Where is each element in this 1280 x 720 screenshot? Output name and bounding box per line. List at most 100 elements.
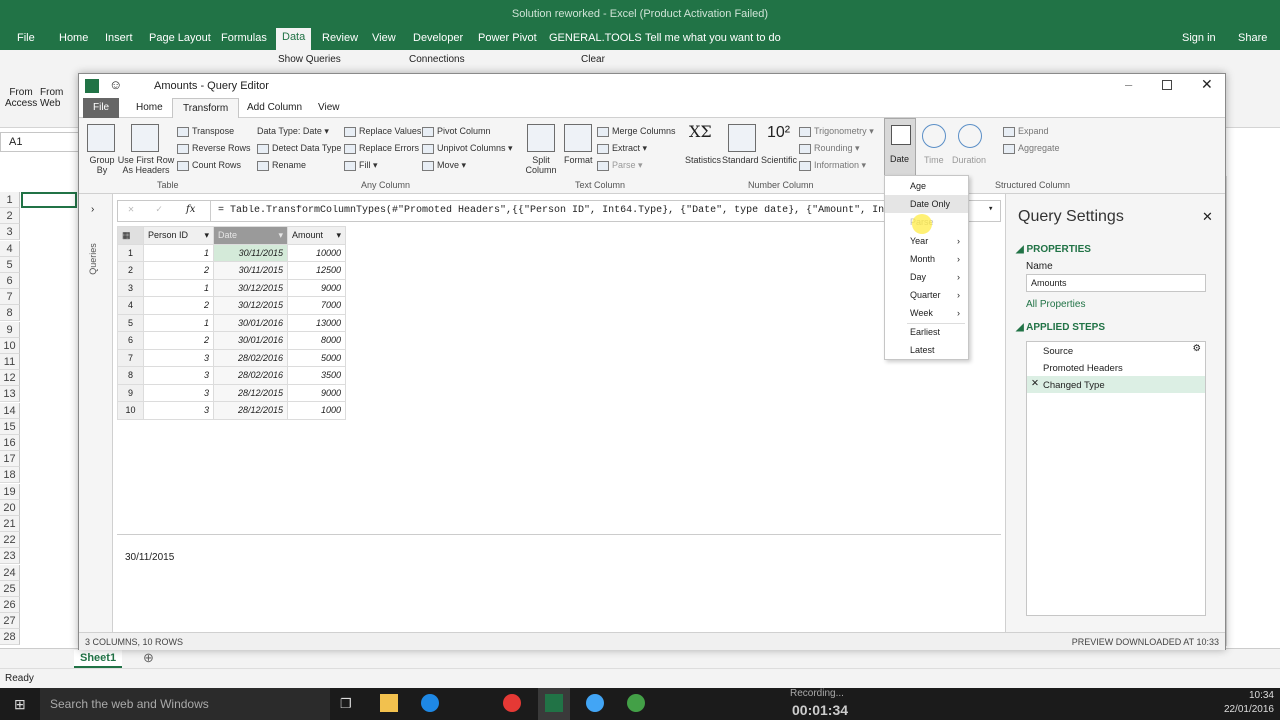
from-access-button[interactable]: From Access [5, 87, 37, 109]
step-settings-gear-icon[interactable]: ⚙ [1192, 343, 1201, 354]
row-header[interactable]: 17 [0, 451, 20, 468]
excel-tab-home[interactable]: Home [59, 32, 88, 44]
row-header[interactable]: 25 [0, 580, 20, 597]
queries-pane-collapsed[interactable]: › Queries [79, 194, 113, 642]
excel-tab-insert[interactable]: Insert [105, 32, 133, 44]
row-number[interactable]: 4 [117, 296, 144, 315]
tell-me-box[interactable]: Tell me what you want to do [645, 32, 781, 44]
pivot-column-button[interactable]: Pivot Column [422, 126, 491, 137]
excel-tab-data[interactable]: Data [276, 28, 312, 50]
row-header[interactable]: 1 [0, 192, 20, 208]
row-header[interactable]: 6 [0, 273, 20, 289]
chrome-icon[interactable] [503, 694, 521, 712]
cell-person-id[interactable]: 3 [143, 348, 214, 367]
fill-button[interactable]: Fill ▾ [344, 160, 378, 171]
row-header[interactable]: 3 [0, 224, 20, 241]
qe-tab-home[interactable]: Home [126, 98, 173, 118]
add-sheet-icon[interactable]: ⊕ [143, 650, 154, 666]
excel-tab-general-tools[interactable]: GENERAL.TOOLS [549, 32, 642, 44]
qe-tab-file[interactable]: File [83, 98, 120, 118]
qe-tab-view[interactable]: View [308, 98, 350, 118]
scientific-button[interactable]: Scientific [761, 155, 797, 165]
cell-amount[interactable]: 5000 [287, 348, 346, 367]
table-row[interactable]: 7 3 28/02/2016 5000 [117, 348, 346, 367]
row-header[interactable]: 5 [0, 256, 20, 273]
cell-amount[interactable]: 10000 [287, 243, 346, 262]
name-box[interactable]: A1 [0, 132, 80, 152]
data-type-dropdown[interactable]: Data Type: Date ▾ [257, 126, 329, 137]
close-settings-icon[interactable]: ✕ [1202, 209, 1213, 225]
excel-tab-review[interactable]: Review [322, 32, 358, 44]
step-promoted-headers[interactable]: Promoted Headers [1027, 359, 1205, 376]
selected-cell-a1[interactable] [21, 192, 77, 208]
row-header[interactable]: 23 [0, 548, 20, 565]
row-header[interactable]: 26 [0, 597, 20, 613]
date-button-pressed[interactable]: Date [884, 118, 916, 178]
row-number[interactable]: 5 [117, 313, 144, 332]
expand-button[interactable]: Expand [1003, 126, 1049, 137]
parse-button[interactable]: Parse ▾ [597, 160, 643, 171]
excel-taskbar-button[interactable] [538, 688, 570, 720]
sheet-tab-sheet1[interactable]: Sheet1 [74, 650, 123, 668]
cell-amount[interactable]: 1000 [287, 401, 346, 420]
cell-date[interactable]: 30/11/2015 [213, 243, 288, 262]
excel-tab-view[interactable]: View [372, 32, 396, 44]
cell-person-id[interactable]: 3 [143, 383, 214, 402]
taskbar-search-box[interactable]: Search the web and Windows [40, 688, 330, 720]
formula-text[interactable]: = Table.TransformColumnTypes(#"Promoted … [218, 205, 886, 216]
date-menu-item-year[interactable]: Year › [885, 232, 968, 250]
cell-date[interactable]: 30/11/2015 [213, 261, 288, 280]
rounding-button[interactable]: Rounding ▾ [799, 143, 860, 154]
row-header[interactable]: 14 [0, 402, 20, 419]
row-number[interactable]: 3 [117, 278, 144, 297]
standard-button[interactable]: Standard [722, 155, 759, 165]
row-header[interactable]: 20 [0, 499, 20, 516]
date-menu-item-quarter[interactable]: Quarter › [885, 286, 968, 304]
format-button[interactable]: Format [564, 155, 593, 165]
cell-person-id[interactable]: 3 [143, 401, 214, 420]
cell-date[interactable]: 30/01/2016 [213, 331, 288, 350]
column-header-amount[interactable]: Amount ▾ [287, 226, 346, 245]
row-number[interactable]: 2 [117, 261, 144, 280]
properties-heading[interactable]: ◢ PROPERTIES [1016, 244, 1091, 255]
table-row[interactable]: 8 3 28/02/2016 3500 [117, 366, 346, 385]
formula-bar[interactable]: ✕ ✓ fx = Table.TransformColumnTypes(#"Pr… [117, 200, 1001, 222]
merge-columns-button[interactable]: Merge Columns [597, 126, 676, 137]
step-source[interactable]: Source ⚙ [1027, 342, 1205, 359]
row-header[interactable]: 11 [0, 354, 20, 370]
excel-tab-file[interactable]: File [17, 32, 35, 44]
show-queries-button[interactable]: Show Queries [278, 54, 341, 65]
date-menu-item-week[interactable]: Week › [885, 304, 968, 322]
extract-button[interactable]: Extract ▾ [597, 143, 647, 154]
utorrent-icon[interactable] [627, 694, 645, 712]
row-header[interactable]: 27 [0, 613, 20, 630]
date-menu-item-latest[interactable]: Latest [885, 341, 968, 359]
date-menu-item-day[interactable]: Day › [885, 268, 968, 286]
excel-tab-power-pivot[interactable]: Power Pivot [478, 32, 537, 44]
row-header[interactable]: 19 [0, 483, 20, 500]
row-number[interactable]: 6 [117, 331, 144, 350]
cancel-formula-icon[interactable]: ✕ [128, 204, 134, 216]
row-header[interactable]: 24 [0, 564, 20, 581]
unpivot-columns-button[interactable]: Unpivot Columns ▾ [422, 143, 513, 154]
excel-tab-page-layout[interactable]: Page Layout [149, 32, 211, 44]
row-header[interactable]: 22 [0, 532, 20, 549]
query-name-input[interactable]: Amounts [1026, 274, 1206, 292]
row-number[interactable]: 8 [117, 366, 144, 385]
share-button[interactable]: Share [1238, 32, 1267, 44]
table-corner-icon[interactable]: ▦ [117, 226, 144, 245]
table-row[interactable]: 5 1 30/01/2016 13000 [117, 313, 346, 332]
cell-date[interactable]: 28/12/2015 [213, 383, 288, 402]
row-header[interactable]: 8 [0, 305, 20, 322]
statistics-button[interactable]: Statistics [685, 155, 721, 165]
step-changed-type[interactable]: ✕ Changed Type [1027, 376, 1205, 393]
replace-values-button[interactable]: Replace Values [344, 126, 421, 137]
cell-amount[interactable]: 8000 [287, 331, 346, 350]
row-header[interactable]: 12 [0, 370, 20, 387]
row-number[interactable]: 9 [117, 383, 144, 402]
maximize-icon[interactable] [1162, 80, 1172, 90]
row-header[interactable]: 2 [0, 208, 20, 225]
row-header[interactable]: 18 [0, 467, 20, 484]
date-menu-item-month[interactable]: Month › [885, 250, 968, 268]
row-header[interactable]: 9 [0, 321, 20, 338]
